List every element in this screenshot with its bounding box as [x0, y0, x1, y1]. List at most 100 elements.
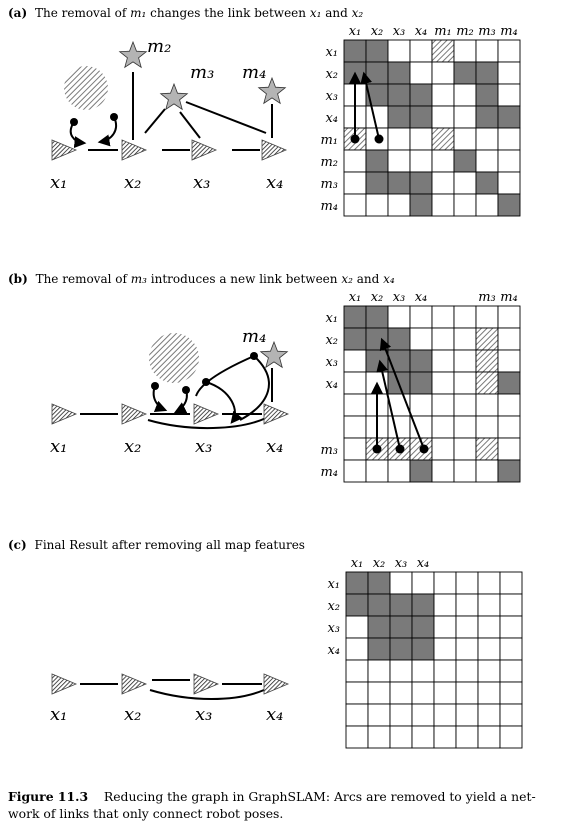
- matrix-c: x₁ x₂ x₃ x₄ x₁ x₂ x₃ x₄: [327, 556, 523, 749]
- matrix-cell: [453, 193, 477, 217]
- landmark-m3-circle: [149, 333, 199, 383]
- matrix-cell: [499, 681, 523, 705]
- matrix-cell: [497, 437, 521, 461]
- matrix-cell: [497, 193, 521, 217]
- matrix-cell: [499, 703, 523, 727]
- matrix-cell: [409, 393, 433, 417]
- matrix-cell: [453, 371, 477, 395]
- panel-a: (a) The removal of m₁ changes the link b…: [8, 6, 521, 217]
- panel-b-title-pre: The removal of: [36, 272, 131, 286]
- figure-caption: Figure 11.3 Reducing the graph in GraphS…: [8, 788, 568, 822]
- matrix-cell: [431, 127, 455, 151]
- panel-c-title: (c) Final Result after removing all map …: [8, 538, 305, 552]
- matrix-cell: [453, 305, 477, 329]
- matrix-cell: [455, 637, 479, 661]
- matrix-col-label: m₂: [456, 24, 474, 39]
- pose-c-x3-icon: [193, 673, 220, 695]
- matrix-cell: [477, 659, 501, 683]
- matrix-cell: [475, 327, 499, 351]
- matrix-cell: [475, 437, 499, 461]
- matrix-cell: [411, 637, 435, 661]
- matrix-cell: [455, 725, 479, 749]
- matrix-row-label: x₄: [325, 111, 338, 126]
- matrix-col-label: x₄: [415, 24, 428, 39]
- panel-a-title-sym2: x₁: [310, 6, 322, 20]
- dot-m1-x1: [70, 118, 78, 126]
- matrix-cell: [431, 415, 455, 439]
- matrix-cell: [367, 593, 391, 617]
- matrix-cell: [365, 171, 389, 195]
- matrix-cell: [431, 327, 455, 351]
- matrix-cell: [365, 459, 389, 483]
- landmark-m1-circle: [64, 66, 108, 110]
- matrix-cell: [499, 725, 523, 749]
- matrix-cell: [433, 703, 457, 727]
- matrix-col-label: x₃: [395, 556, 408, 571]
- matrix-cell: [409, 349, 433, 373]
- matrix-row-label: m₂: [320, 155, 338, 170]
- label-x1: x₁: [50, 172, 67, 193]
- matrix-cell: [411, 725, 435, 749]
- matrix-cell: [475, 193, 499, 217]
- matrix-cell: [389, 725, 413, 749]
- matrix-cell: [431, 171, 455, 195]
- matrix-row-label: x₁: [325, 45, 338, 60]
- matrix-cell: [387, 349, 411, 373]
- matrix-col-label: m₃: [478, 24, 496, 39]
- matrix-col-label: x₃: [393, 24, 406, 39]
- matrix-cell: [497, 415, 521, 439]
- matrix-cell: [387, 105, 411, 129]
- matrix-cell: [475, 371, 499, 395]
- matrix-cell: [431, 393, 455, 417]
- label-b-x3: x₃: [195, 436, 212, 457]
- matrix-cell: [367, 659, 391, 683]
- matrix-cell: [433, 593, 457, 617]
- matrix-cell: [477, 703, 501, 727]
- matrix-cell: [431, 349, 455, 373]
- matrix-cell: [499, 571, 523, 595]
- matrix-cell: [365, 105, 389, 129]
- matrix-cell: [497, 83, 521, 107]
- panel-c-title-text: Final Result after removing all map feat…: [35, 538, 305, 552]
- matrix-cell: [389, 659, 413, 683]
- pose-b-x1-icon: [51, 403, 78, 425]
- matrix-cell: [345, 571, 369, 595]
- matrix-cell: [497, 327, 521, 351]
- matrix-cell: [389, 615, 413, 639]
- pose-b-x4-icon: [263, 403, 290, 425]
- matrix-cell: [499, 659, 523, 683]
- matrix-col-label: x₂: [371, 24, 384, 39]
- label-x3: x₃: [193, 172, 210, 193]
- matrix-row-label: x₂: [325, 333, 338, 348]
- matrix-cell: [431, 459, 455, 483]
- matrix-cell: [387, 459, 411, 483]
- matrix-cell: [389, 681, 413, 705]
- panel-c-label: (c): [8, 538, 27, 552]
- link-c-x2-x4: [149, 689, 265, 700]
- matrix-cell: [411, 615, 435, 639]
- matrix-cell: [477, 725, 501, 749]
- matrix-cell: [433, 615, 457, 639]
- panel-b: (b) The removal of m₃ introduces a new l…: [8, 272, 521, 483]
- panel-a-title-mid: changes the link between: [150, 6, 310, 20]
- matrix-cell: [365, 193, 389, 217]
- matrix-cell: [433, 637, 457, 661]
- pose-b-x2-icon: [121, 403, 148, 425]
- label-b-x1: x₁: [50, 436, 67, 457]
- panel-a-title-sym3: x₂: [352, 6, 364, 20]
- matrix-cell: [453, 393, 477, 417]
- matrix-cell: [431, 437, 455, 461]
- matrix-b: x₁ x₂ x₃ x₄ m₃ m₄ x₁ x₂ x₃ x₄ m₃ m₄: [320, 290, 521, 483]
- matrix-cell: [387, 149, 411, 173]
- matrix-cell: [431, 193, 455, 217]
- matrix-col-label: x₄: [417, 556, 430, 571]
- pose-x4-icon: [261, 139, 288, 161]
- matrix-cell: [367, 703, 391, 727]
- label-m4: m₄: [242, 62, 266, 83]
- matrix-cell: [431, 105, 455, 129]
- matrix-cell: [499, 615, 523, 639]
- matrix-cell: [453, 149, 477, 173]
- matrix-col-label: x₄: [415, 290, 428, 305]
- matrix-cell: [497, 39, 521, 63]
- matrix-cell: [455, 681, 479, 705]
